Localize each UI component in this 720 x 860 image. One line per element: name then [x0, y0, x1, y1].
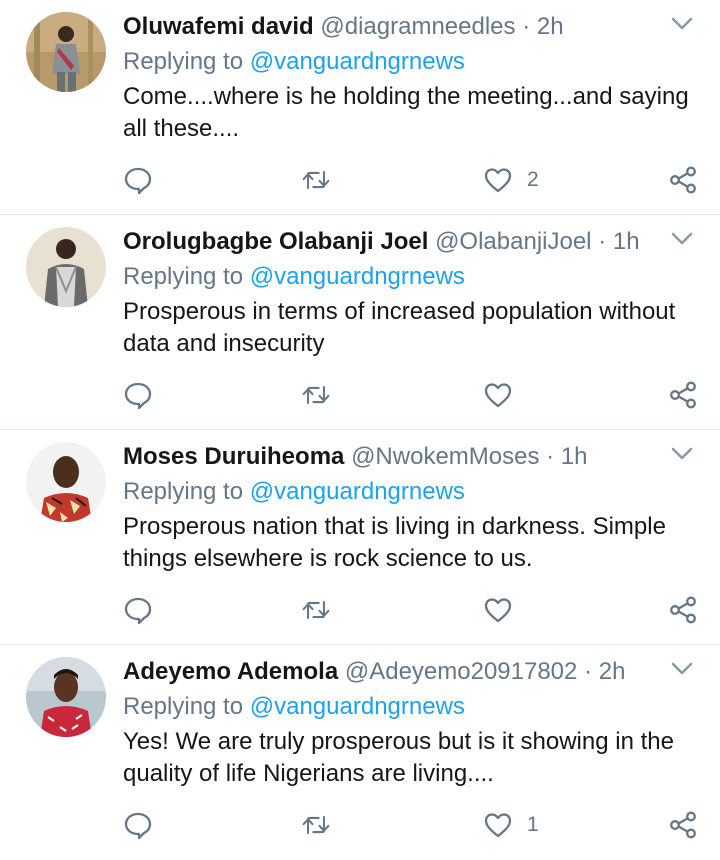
heart-icon — [484, 598, 512, 623]
like-button[interactable]: 2 — [483, 162, 539, 198]
like-button[interactable] — [483, 592, 527, 628]
retweet-button[interactable] — [301, 377, 331, 413]
tweet-text: Prosperous in terms of increased populat… — [123, 298, 676, 357]
chevron-down-icon[interactable] — [670, 446, 694, 462]
avatar[interactable] — [26, 227, 106, 307]
tweet-actions — [123, 377, 698, 413]
tweet-text: Prosperous nation that is living in dark… — [123, 513, 666, 572]
tweet-header: Orolugbagbe Olabanji Joel @OlabanjiJoel … — [123, 225, 700, 259]
share-button[interactable] — [668, 807, 698, 843]
tweet-header: Adeyemo Ademola @Adeyemo20917802 · 2h — [123, 655, 700, 689]
reply-prefix: Replying to — [123, 48, 244, 75]
like-button[interactable]: 1 — [483, 807, 539, 843]
user-handle[interactable]: @NwokemMoses — [351, 443, 539, 470]
comment-icon — [124, 382, 152, 410]
tweet-item[interactable]: Adeyemo Ademola @Adeyemo20917802 · 2h Re… — [0, 645, 720, 860]
tweet-text: Come....where is he holding the meeting.… — [123, 83, 689, 142]
timestamp[interactable]: 1h — [561, 443, 588, 470]
comment-icon — [124, 167, 152, 195]
separator-dot: · — [584, 658, 593, 685]
retweet-icon — [302, 816, 330, 834]
tweet-text: Yes! We are truly prosperous but is it s… — [123, 728, 674, 787]
share-icon — [670, 381, 696, 409]
timestamp[interactable]: 2h — [599, 658, 626, 685]
chevron-down-icon[interactable] — [670, 231, 694, 247]
tweet-item[interactable]: Oluwafemi david @diagramneedles · 2h Rep… — [0, 0, 720, 215]
share-icon — [670, 811, 696, 839]
retweet-icon — [302, 386, 330, 404]
reply-button[interactable] — [123, 592, 153, 628]
retweet-button[interactable] — [301, 162, 331, 198]
tweet-header: Oluwafemi david @diagramneedles · 2h — [123, 10, 700, 44]
tweet-item[interactable]: Orolugbagbe Olabanji Joel @OlabanjiJoel … — [0, 215, 720, 430]
display-name[interactable]: Moses Duruiheoma — [123, 443, 344, 470]
chevron-down-icon[interactable] — [670, 661, 694, 677]
avatar[interactable] — [26, 657, 106, 737]
tweet-actions: 1 — [123, 807, 698, 843]
share-icon — [670, 596, 696, 624]
avatar-photo-icon — [26, 227, 106, 307]
avatar[interactable] — [26, 442, 106, 522]
like-button[interactable] — [483, 377, 527, 413]
reply-context: Replying to @vanguardngrnews — [123, 260, 700, 294]
retweet-button[interactable] — [301, 592, 331, 628]
tweet-actions: 2 — [123, 162, 698, 198]
avatar-photo-icon — [26, 12, 106, 92]
heart-icon — [484, 813, 512, 838]
share-button[interactable] — [668, 377, 698, 413]
retweet-icon — [302, 601, 330, 619]
like-count: 1 — [527, 813, 539, 836]
share-button[interactable] — [668, 162, 698, 198]
heart-icon — [484, 383, 512, 408]
user-handle[interactable]: @OlabanjiJoel — [435, 228, 591, 255]
retweet-button[interactable] — [301, 807, 331, 843]
avatar[interactable] — [26, 12, 106, 92]
like-count: 2 — [527, 168, 539, 191]
reply-button[interactable] — [123, 377, 153, 413]
comment-icon — [124, 597, 152, 625]
reply-to-handle[interactable]: @vanguardngrnews — [250, 263, 465, 290]
tweet-item[interactable]: Moses Duruiheoma @NwokemMoses · 1h Reply… — [0, 430, 720, 645]
tweet-actions — [123, 592, 698, 628]
separator-dot: · — [598, 228, 607, 255]
reply-to-handle[interactable]: @vanguardngrnews — [250, 693, 465, 720]
reply-prefix: Replying to — [123, 693, 244, 720]
display-name[interactable]: Adeyemo Ademola — [123, 658, 338, 685]
reply-context: Replying to @vanguardngrnews — [123, 45, 700, 79]
timestamp[interactable]: 1h — [613, 228, 640, 255]
avatar-photo-icon — [26, 442, 106, 522]
display-name[interactable]: Oluwafemi david — [123, 13, 314, 40]
reply-context: Replying to @vanguardngrnews — [123, 690, 700, 724]
reply-prefix: Replying to — [123, 263, 244, 290]
reply-prefix: Replying to — [123, 478, 244, 505]
reply-button[interactable] — [123, 162, 153, 198]
avatar-photo-icon — [26, 657, 106, 737]
retweet-icon — [302, 171, 330, 189]
user-handle[interactable]: @diagramneedles — [320, 13, 515, 40]
user-handle[interactable]: @Adeyemo20917802 — [345, 658, 578, 685]
reply-to-handle[interactable]: @vanguardngrnews — [250, 48, 465, 75]
heart-icon — [484, 168, 512, 193]
reply-context: Replying to @vanguardngrnews — [123, 475, 700, 509]
share-icon — [670, 166, 696, 194]
display-name[interactable]: Orolugbagbe Olabanji Joel — [123, 228, 428, 255]
reply-to-handle[interactable]: @vanguardngrnews — [250, 478, 465, 505]
reply-button[interactable] — [123, 807, 153, 843]
share-button[interactable] — [668, 592, 698, 628]
separator-dot: · — [546, 443, 555, 470]
comment-icon — [124, 812, 152, 840]
timestamp[interactable]: 2h — [537, 13, 564, 40]
separator-dot: · — [522, 13, 531, 40]
chevron-down-icon[interactable] — [670, 16, 694, 32]
tweet-header: Moses Duruiheoma @NwokemMoses · 1h — [123, 440, 700, 474]
